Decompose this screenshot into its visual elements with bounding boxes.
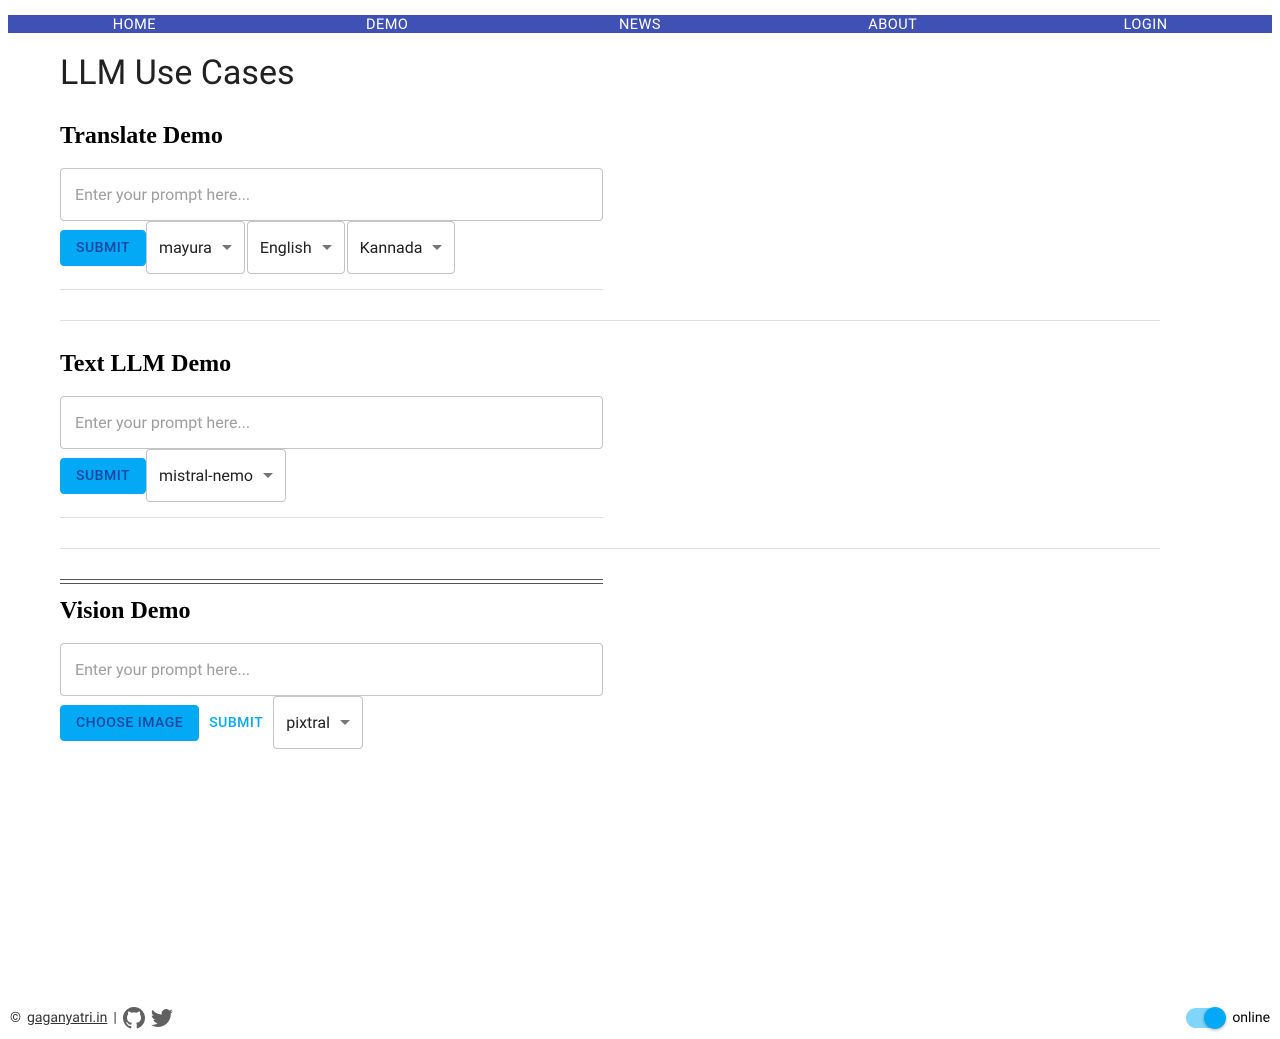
textllm-model-value: mistral-nemo — [159, 466, 253, 485]
vision-submit-button[interactable]: Submit — [199, 706, 273, 740]
toggle-thumb — [1204, 1007, 1226, 1029]
textllm-submit-button[interactable]: Submit — [60, 458, 146, 494]
vision-model-value: pixtral — [286, 713, 330, 732]
dropdown-arrow-icon — [340, 720, 350, 725]
nav-home[interactable]: HOME — [8, 16, 261, 33]
section-divider — [60, 320, 1160, 321]
dropdown-arrow-icon — [263, 473, 273, 478]
textllm-result-divider — [60, 517, 603, 518]
translate-result-divider — [60, 289, 603, 290]
vision-top-rule — [60, 579, 603, 580]
translate-section-title: Translate Demo — [60, 123, 1220, 150]
dropdown-arrow-icon — [322, 245, 332, 250]
vision-model-select[interactable]: pixtral — [273, 696, 363, 749]
dropdown-arrow-icon — [222, 245, 232, 250]
translate-model-select[interactable]: mayura — [146, 221, 245, 274]
vision-choose-image-button[interactable]: Choose Image — [60, 705, 199, 741]
translate-model-value: mayura — [159, 238, 212, 257]
vision-section-title: Vision Demo — [60, 598, 1220, 625]
nav-about[interactable]: ABOUT — [766, 16, 1019, 33]
nav-login[interactable]: LOGIN — [1019, 16, 1272, 33]
textllm-prompt-input[interactable] — [60, 396, 603, 449]
footer: © gaganyatri.in | online — [10, 1007, 1270, 1029]
translate-submit-button[interactable]: Submit — [60, 230, 146, 266]
nav-demo[interactable]: DEMO — [261, 16, 514, 33]
twitter-icon[interactable] — [151, 1007, 173, 1029]
translate-target-lang-value: Kannada — [360, 238, 423, 257]
translate-source-lang-value: English — [260, 238, 312, 257]
section-divider — [60, 548, 1160, 549]
textllm-section-title: Text LLM Demo — [60, 351, 1220, 378]
top-navbar: HOME DEMO NEWS ABOUT LOGIN — [8, 15, 1272, 33]
page-title: LLM Use Cases — [60, 53, 1220, 93]
translate-target-lang-select[interactable]: Kannada — [347, 221, 456, 274]
online-toggle[interactable] — [1186, 1008, 1224, 1028]
vision-top-rule-2 — [60, 583, 603, 584]
vision-prompt-input[interactable] — [60, 643, 603, 696]
textllm-model-select[interactable]: mistral-nemo — [146, 449, 286, 502]
dropdown-arrow-icon — [432, 245, 442, 250]
nav-news[interactable]: NEWS — [514, 16, 767, 33]
github-icon[interactable] — [123, 1007, 145, 1029]
translate-source-lang-select[interactable]: English — [247, 221, 345, 274]
translate-prompt-input[interactable] — [60, 168, 603, 221]
